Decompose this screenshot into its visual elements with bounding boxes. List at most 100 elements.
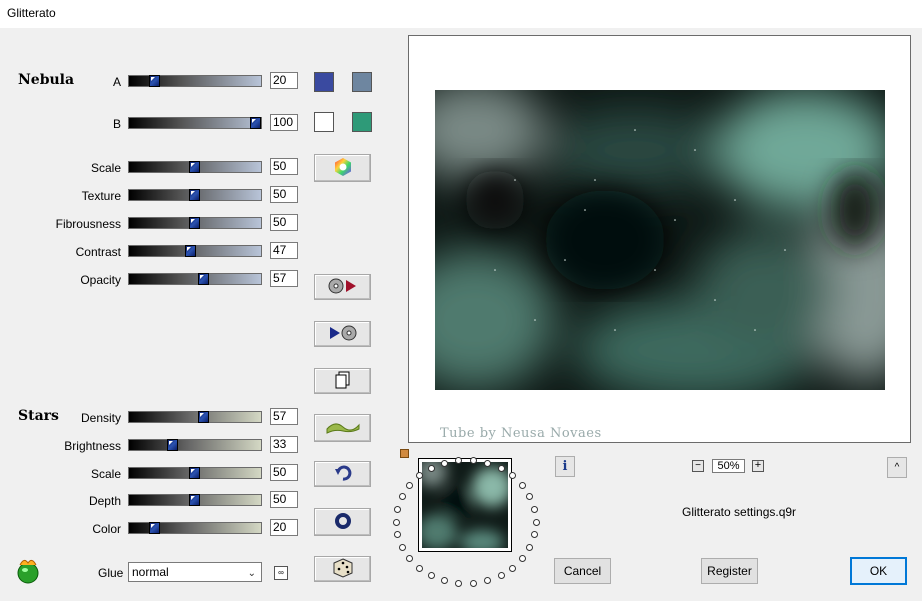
nebula-contrast-label: Contrast (75, 245, 121, 259)
navigator-dot[interactable] (398, 543, 406, 551)
slider-knob[interactable] (189, 217, 200, 229)
copy-icon (335, 371, 351, 392)
navigator-dot[interactable] (526, 543, 534, 551)
load-preset-button[interactable] (314, 274, 371, 300)
glue-label: Glue (98, 566, 124, 580)
nebula-fibrousness-slider[interactable] (128, 217, 262, 229)
cancel-button[interactable]: Cancel (554, 558, 611, 584)
nebula-contrast-slider[interactable] (128, 245, 262, 257)
navigator-dot[interactable] (519, 482, 527, 490)
ok-button[interactable]: OK (850, 557, 907, 585)
navigator-dot[interactable] (427, 572, 435, 580)
navigator-dot[interactable] (509, 564, 517, 572)
nebula-b-slider[interactable] (128, 117, 262, 129)
nebula-b-color-left[interactable] (314, 112, 334, 132)
stars-depth-row: Depth 50 (0, 491, 310, 511)
nebula-texture-value[interactable]: 50 (270, 186, 298, 203)
slider-knob[interactable] (198, 273, 210, 285)
slider-knob[interactable] (198, 411, 210, 423)
navigator-dot[interactable] (530, 531, 538, 539)
navigator-dot[interactable] (530, 505, 538, 513)
stars-brightness-slider[interactable] (128, 438, 262, 451)
stars-density-value[interactable]: 57 (270, 408, 298, 425)
navigator-dot[interactable] (455, 456, 463, 464)
nebula-opacity-value[interactable]: 57 (270, 270, 298, 287)
navigator-dot[interactable] (415, 564, 423, 572)
slider-knob[interactable] (189, 494, 200, 507)
nebula-opacity-slider[interactable] (128, 273, 262, 285)
navigator-dot[interactable] (519, 554, 527, 562)
stars-density-slider[interactable] (128, 411, 262, 423)
nebula-scale-value[interactable]: 50 (270, 158, 298, 175)
stars-color-slider[interactable] (128, 522, 262, 534)
color-wheel-button[interactable] (314, 154, 371, 182)
reset-icon (334, 464, 352, 485)
glue-select[interactable]: normal ⌄ (128, 562, 262, 582)
nebula-a-label: A (112, 75, 121, 89)
navigator-dot[interactable] (497, 464, 505, 472)
wave-button[interactable] (314, 414, 371, 442)
ring-button[interactable] (314, 508, 371, 536)
register-button[interactable]: Register (701, 558, 758, 584)
info-button[interactable]: i (555, 456, 575, 477)
nebula-a-color-right[interactable] (352, 72, 372, 92)
navigator-dot[interactable] (497, 572, 505, 580)
stars-depth-value[interactable]: 50 (270, 491, 298, 509)
navigator-dot[interactable] (440, 459, 448, 467)
slider-knob[interactable] (166, 438, 178, 451)
navigator-dot[interactable] (427, 464, 435, 472)
navigator-dot[interactable] (526, 493, 534, 501)
navigator-dot[interactable] (440, 577, 448, 585)
slider-knob[interactable] (189, 466, 200, 479)
stars-density-label: Density (80, 411, 121, 425)
navigator-dot[interactable] (484, 459, 492, 467)
stars-depth-slider[interactable] (128, 494, 262, 507)
nebula-b-label: B (112, 117, 121, 131)
slider-knob[interactable] (149, 75, 161, 87)
navigator-dot[interactable] (392, 518, 400, 526)
copy-button[interactable] (314, 368, 371, 394)
reset-button[interactable] (314, 461, 371, 487)
nebula-contrast-value[interactable]: 47 (270, 242, 298, 259)
navigator-dot[interactable] (532, 518, 540, 526)
nebula-b-value[interactable]: 100 (270, 114, 298, 131)
nebula-texture-slider[interactable] (128, 189, 262, 201)
navigator-thumbnail[interactable] (418, 458, 512, 552)
link-toggle-icon[interactable]: ∞ (274, 566, 288, 580)
navigator-dot[interactable] (509, 472, 517, 480)
nebula-a-color-left[interactable] (314, 72, 334, 92)
navigator-dot[interactable] (394, 531, 402, 539)
dice-icon (333, 557, 353, 581)
navigator-dot[interactable] (469, 456, 477, 464)
save-preset-button[interactable] (314, 321, 371, 347)
dice-button[interactable] (314, 556, 371, 582)
nebula-scale-slider[interactable] (128, 161, 262, 173)
slider-knob[interactable] (185, 245, 197, 257)
stars-color-value[interactable]: 20 (270, 519, 298, 536)
zoom-out-icon[interactable]: − (692, 460, 704, 472)
navigator-dot[interactable] (394, 505, 402, 513)
stars-brightness-row: Brightness 33 (0, 435, 310, 456)
navigator-dot[interactable] (469, 580, 477, 588)
nebula-b-color-right[interactable] (352, 112, 372, 132)
collapse-button[interactable]: ^ (887, 457, 907, 478)
navigator-marker[interactable] (400, 449, 409, 458)
nebula-contrast-row: Contrast 47 (0, 242, 310, 262)
navigator-dot[interactable] (484, 577, 492, 585)
slider-knob[interactable] (149, 522, 161, 534)
navigator-dot[interactable] (405, 554, 413, 562)
stars-scale-value[interactable]: 50 (270, 463, 298, 481)
slider-knob[interactable] (189, 161, 200, 173)
zoom-level[interactable]: 50% (712, 459, 745, 473)
navigator-dot[interactable] (398, 493, 406, 501)
stars-brightness-value[interactable]: 33 (270, 435, 298, 453)
nebula-fibrousness-value[interactable]: 50 (270, 214, 298, 231)
zoom-in-icon[interactable]: + (752, 460, 764, 472)
navigator-dot[interactable] (405, 482, 413, 490)
stars-scale-slider[interactable] (128, 466, 262, 479)
slider-knob[interactable] (189, 189, 200, 201)
nebula-a-slider[interactable] (128, 75, 262, 87)
slider-knob[interactable] (250, 117, 261, 129)
navigator-dot[interactable] (455, 580, 463, 588)
nebula-a-value[interactable]: 20 (270, 72, 298, 89)
